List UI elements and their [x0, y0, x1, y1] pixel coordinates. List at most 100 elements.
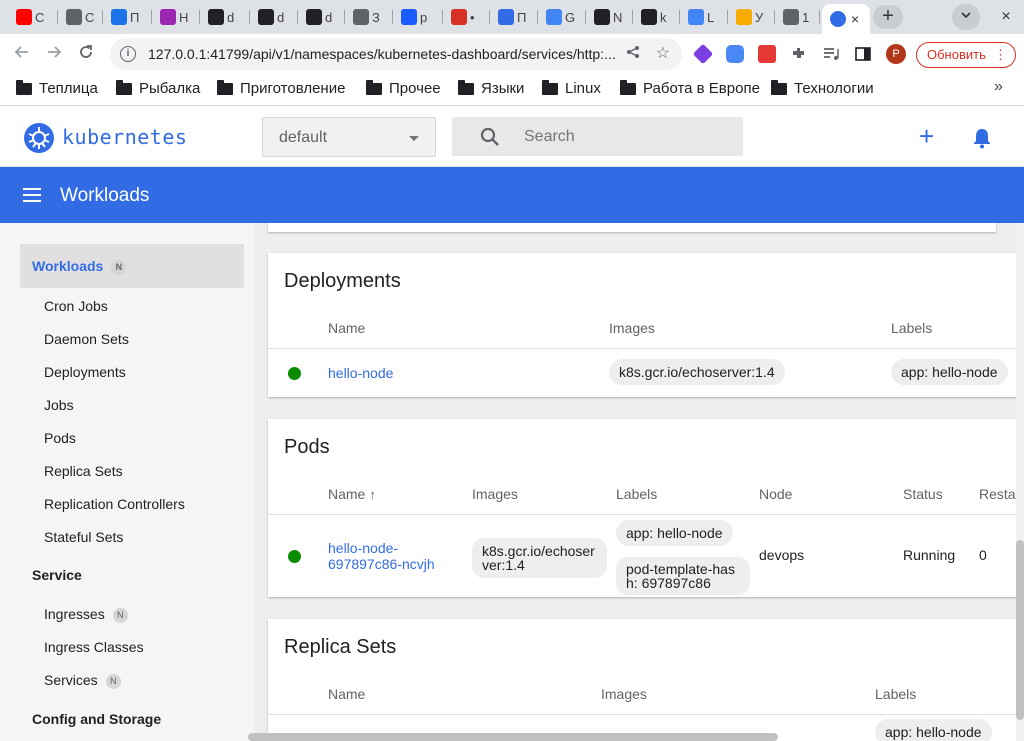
extension-colorful-icon[interactable]: [692, 43, 714, 65]
forward-button[interactable]: [42, 42, 66, 66]
browser-tab[interactable]: C: [8, 4, 58, 30]
browser-tab[interactable]: С: [58, 4, 103, 30]
tab-search-button[interactable]: [952, 4, 980, 30]
sidebar-heading-config-storage[interactable]: Config and Storage: [32, 711, 161, 727]
column-header-name[interactable]: Name: [328, 686, 365, 702]
browser-tab[interactable]: N: [586, 4, 633, 30]
main-content: Deployments Name Images Labels hello-nod…: [254, 223, 1024, 741]
media-controls-icon[interactable]: [822, 45, 840, 63]
browser-tab[interactable]: Н: [152, 4, 200, 30]
extensions-puzzle-icon[interactable]: [790, 45, 808, 63]
browser-tab[interactable]: d: [250, 4, 298, 30]
tab-title: d: [325, 9, 333, 25]
sidebar-item-workloads[interactable]: Workloads N: [20, 244, 244, 288]
bookmark-folder[interactable]: Приготовление: [217, 79, 345, 97]
sidebar-item-pods[interactable]: Pods: [44, 430, 76, 446]
browser-tab[interactable]: k: [633, 4, 680, 30]
search-input[interactable]: [524, 126, 724, 148]
update-button[interactable]: Обновить ⋮: [916, 42, 1016, 68]
bookmark-folder[interactable]: Теплица: [16, 79, 98, 97]
card-title: Replica Sets: [284, 636, 397, 658]
sidebar-heading-service[interactable]: Service: [32, 567, 82, 583]
tab-active[interactable]: ×: [822, 4, 870, 34]
sidebar-item-services[interactable]: Services N: [44, 672, 121, 689]
side-panel-icon[interactable]: [854, 45, 872, 63]
namespace-selector[interactable]: default: [262, 117, 436, 157]
bookmark-folder[interactable]: Рыбалка: [116, 79, 200, 97]
card-title: Deployments: [284, 270, 401, 292]
dropdown-caret-icon: [409, 136, 419, 141]
kubernetes-logo-icon[interactable]: [24, 123, 54, 153]
bookmark-star-icon[interactable]: ☆: [656, 43, 670, 63]
search-box[interactable]: [452, 117, 743, 156]
bookmarks-more-button[interactable]: »: [994, 78, 1003, 96]
close-tab-icon[interactable]: ×: [851, 11, 859, 27]
folder-icon: [771, 79, 787, 95]
tab-title: k: [660, 9, 667, 25]
globe-icon: [66, 9, 82, 25]
browser-tab[interactable]: •: [443, 4, 490, 30]
folder-icon: [16, 79, 32, 95]
new-tab-button[interactable]: +: [873, 5, 903, 29]
pod-name-link[interactable]: hello-node- 697897c86-ncvjh: [328, 540, 435, 572]
url-text[interactable]: 127.0.0.1:41799/api/v1/namespaces/kubern…: [148, 46, 618, 62]
sidebar-item-deployments[interactable]: Deployments: [44, 364, 126, 380]
brand-name[interactable]: kubernetes: [62, 125, 187, 149]
tab-title: C: [35, 9, 45, 25]
notifications-bell-icon[interactable]: [972, 127, 992, 149]
bookmark-folder[interactable]: Прочее: [366, 79, 441, 97]
deployment-name-link[interactable]: hello-node: [328, 365, 393, 381]
browser-tab[interactable]: 1: [775, 4, 820, 30]
sidebar-item-ingresses[interactable]: Ingresses N: [44, 606, 128, 623]
bookmark-folder[interactable]: Языки: [458, 79, 524, 97]
browser-tab[interactable]: У: [728, 4, 775, 30]
github-icon: [208, 9, 224, 25]
column-header-node[interactable]: Node: [759, 486, 792, 502]
browser-tab[interactable]: p: [393, 4, 443, 30]
browser-tab[interactable]: П: [490, 4, 538, 30]
globe-icon: [783, 9, 799, 25]
sidebar-item-label: Services: [44, 672, 98, 688]
browser-tab[interactable]: П: [103, 4, 152, 30]
browser-tab[interactable]: d: [200, 4, 250, 30]
search-icon: [480, 127, 499, 146]
horizontal-scrollbar-thumb[interactable]: [248, 733, 778, 741]
sidebar-item-ingress-classes[interactable]: Ingress Classes: [44, 639, 144, 655]
column-header-status[interactable]: Status: [903, 486, 943, 502]
github-icon: [306, 9, 322, 25]
share-icon[interactable]: [626, 45, 640, 62]
menu-hamburger-icon[interactable]: [23, 188, 41, 202]
vertical-scrollbar-thumb[interactable]: [1016, 540, 1024, 720]
browser-tab[interactable]: d: [298, 4, 345, 30]
sidebar-item-daemon-sets[interactable]: Daemon Sets: [44, 331, 129, 347]
create-resource-button[interactable]: +: [919, 123, 934, 149]
sidebar-item-stateful-sets[interactable]: Stateful Sets: [44, 529, 123, 545]
label-chip: pod-template-has h: 697897c86: [616, 557, 750, 595]
address-bar[interactable]: i 127.0.0.1:41799/api/v1/namespaces/kube…: [110, 38, 682, 70]
sidebar-item-replica-sets[interactable]: Replica Sets: [44, 463, 123, 479]
column-header-name[interactable]: Name: [328, 320, 365, 336]
sidebar-item-cron-jobs[interactable]: Cron Jobs: [44, 298, 108, 314]
bookmark-folder[interactable]: Технологии: [771, 79, 874, 97]
image-chip: k8s.gcr.io/echoser ver:1.4: [472, 538, 607, 578]
bookmark-folder[interactable]: Работа в Европе: [620, 79, 760, 97]
tab-title: У: [755, 9, 764, 25]
status-value: Running: [903, 547, 956, 563]
site-info-icon[interactable]: i: [120, 46, 136, 62]
column-header-name[interactable]: Name ↑: [328, 486, 376, 502]
sidebar-item-jobs[interactable]: Jobs: [44, 397, 74, 413]
sidebar-item-replication-controllers[interactable]: Replication Controllers: [44, 496, 185, 512]
reload-button[interactable]: [74, 42, 98, 66]
sidebar-nav: Workloads N Cron Jobs Daemon Sets Deploymen…: [0, 223, 254, 741]
extension-video-icon[interactable]: [726, 45, 744, 63]
browser-tab[interactable]: G: [538, 4, 586, 30]
bookmark-folder[interactable]: Linux: [542, 79, 601, 97]
window-close-button[interactable]: ×: [996, 4, 1016, 30]
profile-avatar[interactable]: P: [886, 44, 906, 64]
back-button[interactable]: [10, 42, 34, 66]
column-header-restarts[interactable]: Resta: [979, 486, 1016, 502]
browser-tab[interactable]: L: [680, 4, 728, 30]
extension-lf-icon[interactable]: [758, 45, 776, 63]
browser-tab[interactable]: З: [345, 4, 393, 30]
previous-card: [268, 223, 996, 232]
